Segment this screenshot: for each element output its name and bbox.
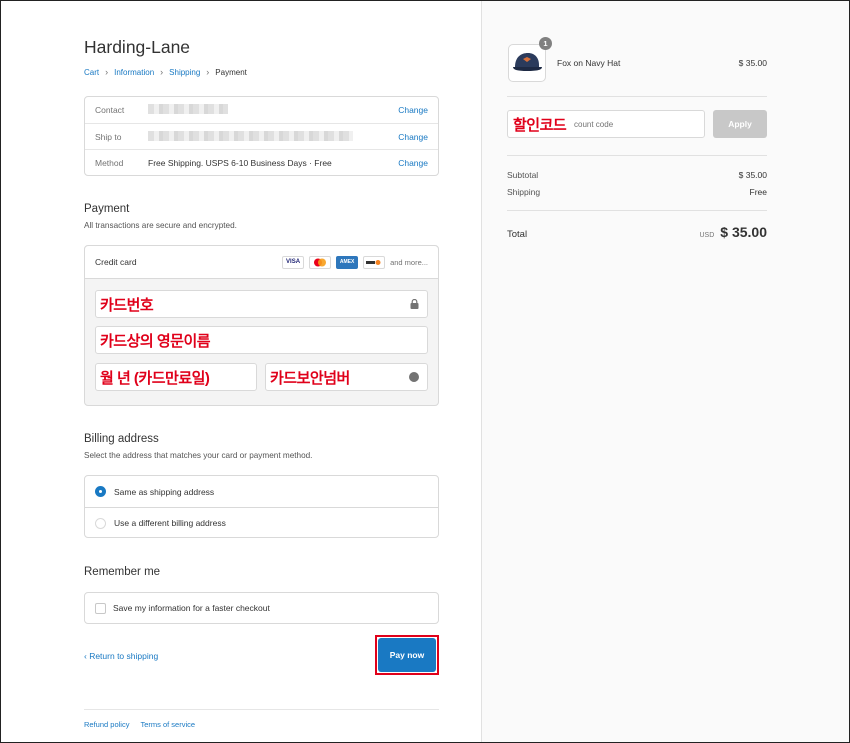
apply-button[interactable]: Apply xyxy=(713,110,767,138)
shop-title[interactable]: Harding-Lane xyxy=(84,37,190,58)
radio-unselected[interactable] xyxy=(95,517,106,529)
shipping-label: Shipping xyxy=(507,187,541,197)
ship-to-value-redacted xyxy=(148,130,398,143)
chevron-right-icon: › xyxy=(160,67,164,77)
discover-icon xyxy=(363,255,386,269)
hat-icon xyxy=(513,53,542,71)
divider xyxy=(507,96,767,97)
divider xyxy=(507,210,767,211)
billing-same-label: Same as shipping address xyxy=(114,486,215,497)
chevron-right-icon: › xyxy=(206,67,210,77)
shipping-value: Free xyxy=(749,187,767,197)
breadcrumb-payment: Payment xyxy=(215,67,247,77)
billing-same-option[interactable]: Same as shipping address xyxy=(85,476,438,507)
remember-checkbox[interactable] xyxy=(95,602,106,614)
total-value: $ 35.00 xyxy=(720,224,767,240)
contact-row: Contact Change xyxy=(85,97,438,123)
change-contact-link[interactable]: Change xyxy=(398,105,428,115)
footer-links: Refund policy Terms of service xyxy=(84,720,195,729)
visa-icon: VISA xyxy=(282,255,305,269)
breadcrumb-cart[interactable]: Cart xyxy=(84,68,99,77)
pay-now-button[interactable]: Pay now xyxy=(378,638,436,672)
product-thumbnail xyxy=(508,44,546,82)
cvv-annotation: 카드보안넘버 xyxy=(270,369,350,387)
card-number-input[interactable]: 카드번호 xyxy=(95,290,428,318)
remember-title: Remember me xyxy=(84,566,161,578)
breadcrumb-shipping[interactable]: Shipping xyxy=(169,68,200,77)
help-icon[interactable]: ? xyxy=(409,372,419,383)
contact-label: Contact xyxy=(95,105,125,115)
billing-title: Billing address xyxy=(84,433,159,445)
payment-title: Payment xyxy=(84,203,130,215)
name-on-card-input[interactable]: 카드상의 영문이름 xyxy=(95,326,428,354)
expiry-annotation: 월 년 (카드만료일) xyxy=(100,369,210,387)
refund-policy-link[interactable]: Refund policy xyxy=(84,720,129,729)
divider xyxy=(507,155,767,156)
contact-value-redacted xyxy=(148,104,398,116)
billing-subtitle: Select the address that matches your car… xyxy=(84,451,313,460)
discount-code-input[interactable]: 할인코드 count code xyxy=(507,110,705,138)
terms-of-service-link[interactable]: Terms of service xyxy=(140,720,195,729)
discount-placeholder: count code xyxy=(574,119,614,129)
billing-different-label: Use a different billing address xyxy=(114,518,226,528)
change-ship-to-link[interactable]: Change xyxy=(398,132,428,142)
name-annotation: 카드상의 영문이름 xyxy=(100,332,211,350)
subtotal-label: Subtotal xyxy=(507,170,539,180)
radio-selected[interactable] xyxy=(95,486,106,497)
currency-label: USD xyxy=(699,232,715,239)
total-label: Total xyxy=(507,229,528,240)
expiry-input[interactable]: 월 년 (카드만료일) xyxy=(95,363,257,391)
remember-label: Save my information for a faster checkou… xyxy=(113,603,270,613)
method-value: Free Shipping. USPS 6-10 Business Days ·… xyxy=(148,157,332,168)
credit-card-box: Credit card VISA AMEX and more... 카드번호 카… xyxy=(84,245,439,406)
billing-options-box: Same as shipping address Use a different… xyxy=(84,475,439,538)
lock-icon xyxy=(410,298,419,312)
footer-divider xyxy=(84,709,439,710)
total-row: Total USD $ 35.00 xyxy=(507,224,767,240)
remember-box[interactable]: Save my information for a faster checkou… xyxy=(84,592,439,624)
credit-card-label: Credit card xyxy=(95,257,137,267)
shipping-row: Shipping Free xyxy=(507,187,767,197)
amex-icon: AMEX xyxy=(336,255,359,269)
method-row: Method Free Shipping. USPS 6-10 Business… xyxy=(85,149,438,175)
mastercard-icon xyxy=(309,255,332,269)
review-box: Contact Change Ship to Change Method Fre… xyxy=(84,96,439,176)
breadcrumb: Cart › Information › Shipping › Payment xyxy=(84,67,247,77)
more-brands-text: and more... xyxy=(390,257,428,267)
ship-to-label: Ship to xyxy=(95,131,122,142)
return-to-shipping-link[interactable]: ‹ Return to shipping xyxy=(84,651,158,661)
ship-to-row: Ship to Change xyxy=(85,123,438,149)
change-method-link[interactable]: Change xyxy=(398,158,428,168)
method-label: Method xyxy=(95,157,124,168)
card-number-annotation: 카드번호 xyxy=(100,296,154,314)
billing-different-option[interactable]: Use a different billing address xyxy=(85,507,438,538)
breadcrumb-information[interactable]: Information xyxy=(114,68,154,77)
payment-subtitle: All transactions are secure and encrypte… xyxy=(84,221,237,230)
product-name: Fox on Navy Hat xyxy=(557,58,621,68)
discount-annotation: 할인코드 xyxy=(513,116,567,134)
quantity-badge: 1 xyxy=(539,37,552,50)
cvv-input[interactable]: 카드보안넘버 ? xyxy=(265,363,428,391)
chevron-right-icon: › xyxy=(105,67,109,77)
subtotal-row: Subtotal $ 35.00 xyxy=(507,170,767,180)
subtotal-value: $ 35.00 xyxy=(738,170,767,180)
credit-card-header[interactable]: Credit card VISA AMEX and more... xyxy=(85,246,438,279)
product-price: $ 35.00 xyxy=(738,58,767,68)
